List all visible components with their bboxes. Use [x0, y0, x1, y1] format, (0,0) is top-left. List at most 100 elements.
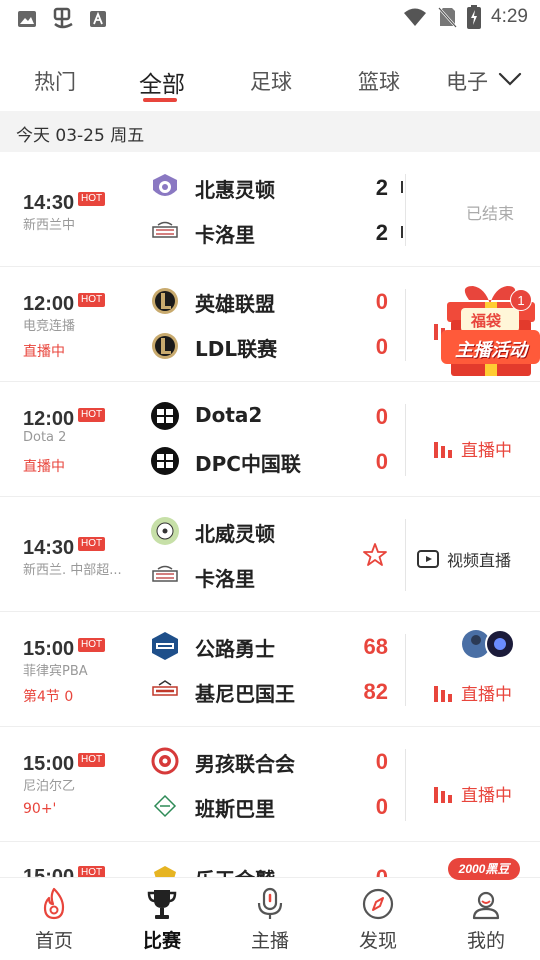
away-team: 卡洛里: [195, 567, 255, 591]
nav-matches-label: 比赛: [142, 930, 181, 952]
nav-streamers[interactable]: 主播: [216, 878, 324, 960]
video-live-button[interactable]: 视频直播: [417, 547, 511, 571]
league-name: 新西兰. 中部超...: [23, 563, 122, 578]
home-team: 英雄联盟: [195, 292, 275, 316]
team-logo-icon: [152, 221, 178, 238]
tab-football[interactable]: 足球: [250, 66, 292, 96]
tab-all[interactable]: 全部: [139, 65, 185, 99]
match-row[interactable]: 15:00 HOT 菲律宾PBA 第4节 0 公路勇士 68 基尼巴国王 82 …: [0, 612, 540, 727]
flame-icon: [43, 887, 65, 920]
microphone-icon: [257, 887, 283, 919]
compass-icon: [362, 888, 394, 920]
hot-badge: HOT: [78, 638, 106, 652]
live-status: 直播中: [23, 344, 65, 360]
row-divider: [405, 404, 406, 476]
away-score: 2: [375, 220, 388, 245]
team-logo-icon: [152, 680, 178, 696]
row-divider: [405, 634, 406, 706]
home-team: 公路勇士: [195, 637, 275, 661]
away-team: 卡洛里: [195, 223, 255, 247]
hot-badge: HOT: [78, 753, 106, 767]
league-name: 尼泊尔乙: [23, 779, 76, 794]
hot-badge: HOT: [78, 293, 106, 307]
video-live-label: 视频直播: [447, 551, 512, 570]
home-team: 北威灵顿: [195, 522, 275, 546]
hot-badge: HOT: [78, 408, 106, 422]
nav-discover-label: 发现: [358, 930, 397, 952]
away-team: DPC中国联: [195, 452, 301, 476]
font-icon: [90, 11, 106, 27]
tab-basketball[interactable]: 篮球: [358, 66, 400, 96]
active-tab-indicator: [143, 98, 177, 102]
home-score: 0: [375, 404, 388, 429]
away-team: 基尼巴国王: [195, 682, 295, 706]
tab-esports[interactable]: 电子: [446, 66, 488, 96]
live-label: 直播中: [461, 786, 512, 806]
away-score: 0: [375, 334, 388, 359]
live-bars-icon: [434, 441, 452, 458]
match-row[interactable]: 14:30 HOT 新西兰. 中部超... 北威灵顿 卡洛里 视频直播: [0, 497, 540, 612]
date-label: 今天 03-25 周五: [16, 126, 145, 146]
team-logo-icon: [152, 288, 178, 314]
period-status: 第4节 0: [23, 689, 74, 705]
period-status: 90+': [23, 801, 57, 817]
away-team: 班斯巴里: [195, 797, 275, 821]
home-team: 北惠灵顿: [195, 178, 275, 202]
away-team: LDL联赛: [195, 337, 278, 361]
image-icon: [18, 11, 36, 27]
match-row[interactable]: 12:00 HOT Dota 2 直播中 Dota2 0 DPC中国联 0 直播…: [0, 382, 540, 497]
nav-home-label: 首页: [34, 930, 73, 952]
video-icon: [417, 550, 439, 568]
match-row[interactable]: 14:30 HOT 新西兰中 北惠灵顿 2 卡洛里 2 已结束: [0, 152, 540, 267]
bottom-navigation: 首页 比赛 主播 发现 我的: [0, 877, 540, 960]
profile-icon: [472, 891, 500, 920]
home-score: 2: [375, 175, 388, 200]
live-bars-icon: [434, 786, 452, 803]
team-logo-icon: [152, 333, 178, 359]
live-button[interactable]: 直播中: [433, 680, 512, 705]
date-header: 今天 03-25 周五: [0, 111, 540, 152]
promo-tag: 福袋: [471, 312, 502, 330]
live-status: 直播中: [23, 459, 65, 475]
live-button[interactable]: 直播中: [433, 436, 512, 461]
match-time: 12:00: [23, 408, 75, 430]
team-logo-icon: [151, 402, 179, 430]
match-time: 15:00: [23, 753, 75, 775]
no-sim-icon: [438, 7, 457, 28]
nav-home[interactable]: 首页: [0, 878, 108, 960]
hot-badge: HOT: [78, 192, 106, 206]
app-icon: [53, 7, 73, 29]
row-divider: [405, 519, 406, 591]
league-name: 电竞连播: [23, 319, 76, 334]
match-row[interactable]: 15:00 HOT 尼泊尔乙 90+' 男孩联合会 0 班斯巴里 0 直播中: [0, 727, 540, 842]
team-logo-icon: [151, 747, 179, 775]
team-logo-icon: [153, 794, 177, 818]
match-status: 已结束: [466, 204, 515, 223]
nav-profile[interactable]: 我的: [432, 878, 540, 960]
wifi-icon: [404, 8, 427, 26]
home-team: Dota2: [195, 403, 263, 427]
league-name: 新西兰中: [23, 218, 76, 233]
team-logo-icon: [152, 632, 178, 660]
row-divider: [405, 749, 406, 821]
score-marker: [401, 226, 403, 238]
promo-count-badge: 1: [510, 289, 532, 311]
tab-hot[interactable]: 热门: [34, 66, 76, 96]
away-score: 0: [375, 794, 388, 819]
team-logo-icon: [153, 174, 177, 196]
hot-badge: HOT: [78, 537, 106, 551]
live-label: 直播中: [461, 441, 512, 461]
team-logo-icon: [151, 517, 179, 545]
nav-discover[interactable]: 发现: [324, 878, 432, 960]
match-time: 14:30: [23, 192, 75, 214]
streamer-avatars[interactable]: [460, 628, 518, 660]
nav-matches[interactable]: 比赛: [108, 878, 216, 960]
star-icon[interactable]: [362, 542, 388, 568]
live-label: 直播中: [461, 685, 512, 705]
row-divider: [405, 289, 406, 361]
live-button[interactable]: 直播中: [433, 781, 512, 806]
status-bar: 4:29: [0, 0, 540, 36]
chevron-down-icon[interactable]: [498, 71, 522, 87]
away-score: 82: [363, 679, 388, 704]
league-name: Dota 2: [23, 430, 67, 445]
